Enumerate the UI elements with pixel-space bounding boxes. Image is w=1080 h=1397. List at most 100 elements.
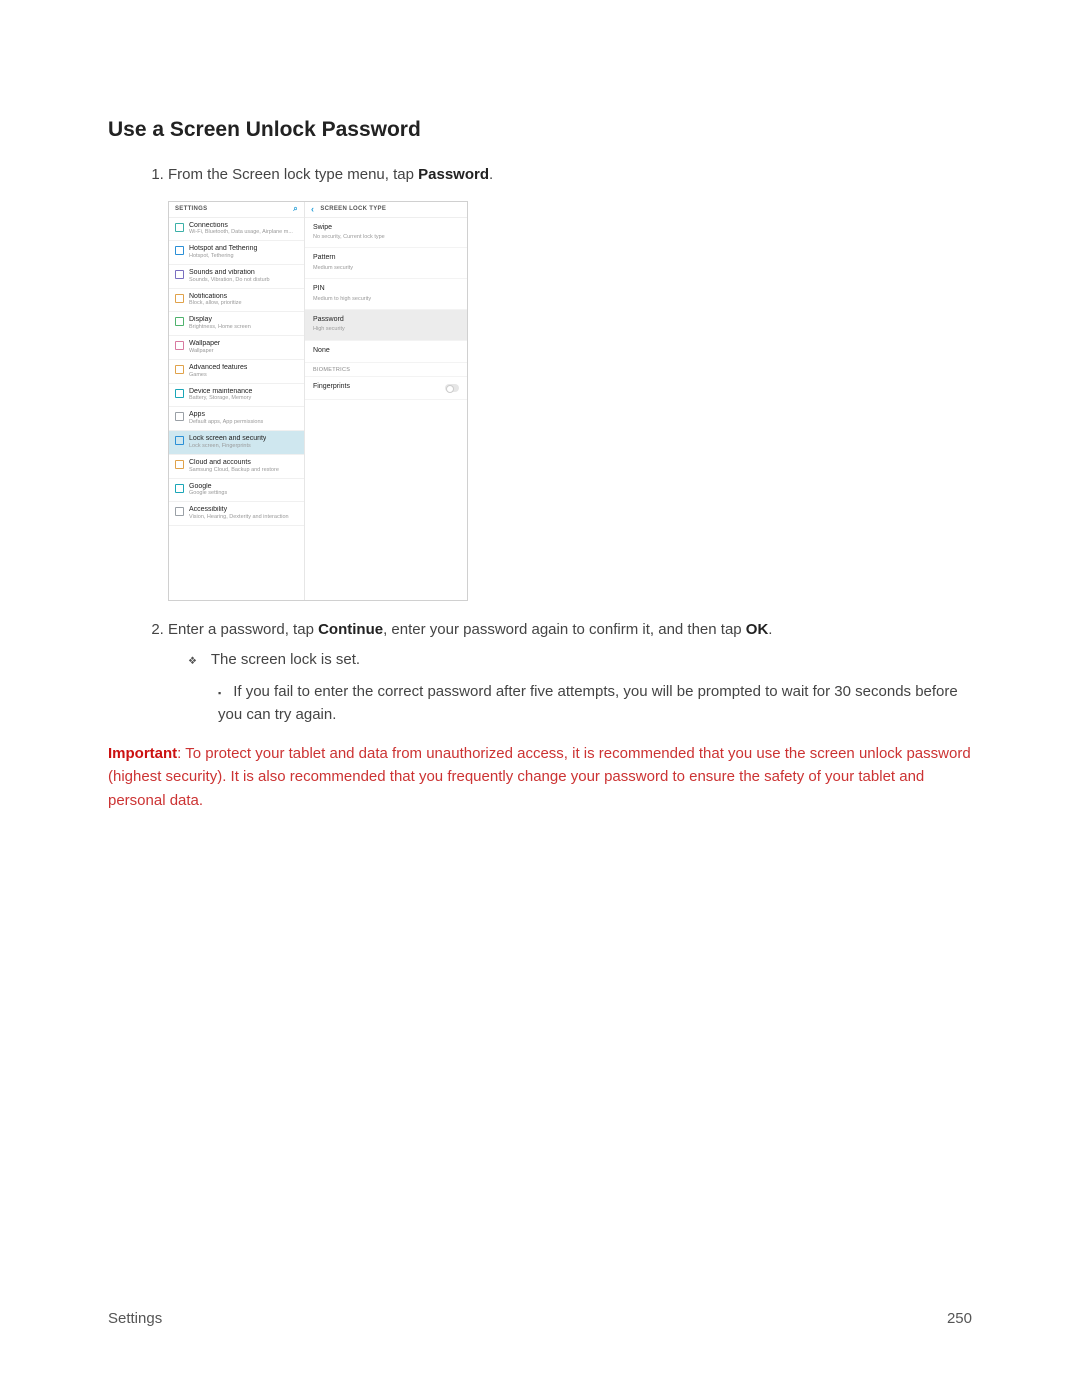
lock-option-fingerprints[interactable]: Fingerprints (305, 377, 467, 400)
step-2-d: . (768, 621, 772, 638)
item-title: Notifications (189, 293, 242, 301)
item-sub: Vision, Hearing, Dexterity and interacti… (189, 514, 289, 520)
item-title: Device maintenance (189, 388, 252, 396)
sidebar-item-google[interactable]: GoogleGoogle settings (169, 479, 304, 503)
important-text: : To protect your tablet and data from u… (108, 745, 971, 809)
sidebar-item-notifications[interactable]: NotificationsBlock, allow, prioritize (169, 289, 304, 313)
screenshot-container: SETTINGS ⌕ ConnectionsWi-Fi, Bluetooth, … (168, 201, 972, 601)
advanced-icon (175, 365, 184, 374)
item-sub: Samsung Cloud, Backup and restore (189, 467, 279, 473)
item-title: Google (189, 483, 227, 491)
search-icon[interactable]: ⌕ (293, 203, 298, 215)
cloud-icon (175, 460, 184, 469)
page-footer: Settings 250 (108, 1310, 972, 1327)
opt-sub: High security (313, 325, 459, 333)
biometrics-category: BIOMETRICS (305, 363, 467, 377)
opt-sub: Medium to high security (313, 295, 459, 303)
item-title: Wallpaper (189, 340, 220, 348)
settings-header-label: SETTINGS (175, 205, 207, 214)
step-1-prefix: From the Screen lock type menu, tap (168, 166, 418, 183)
wallpaper-icon (175, 341, 184, 350)
google-icon (175, 484, 184, 493)
opt-title: Fingerprints (313, 382, 350, 393)
item-sub: Block, allow, prioritize (189, 300, 242, 306)
apps-icon (175, 412, 184, 421)
sidebar-item-connections[interactable]: ConnectionsWi-Fi, Bluetooth, Data usage,… (169, 218, 304, 242)
sidebar-item-advanced[interactable]: Advanced featuresGames (169, 360, 304, 384)
subsubstep-list: If you fail to enter the correct passwor… (188, 680, 972, 727)
opt-title: None (313, 346, 459, 357)
item-sub: Lock screen, Fingerprints (189, 443, 266, 449)
step-2-ok: OK (746, 621, 769, 638)
step-1-suffix: . (489, 166, 493, 183)
connections-icon (175, 223, 184, 232)
item-sub: Hotspot, Tethering (189, 253, 257, 259)
step-2-a: Enter a password, tap (168, 621, 318, 638)
footer-section: Settings (108, 1310, 162, 1327)
cat-label: BIOMETRICS (313, 366, 459, 374)
lock-option-pattern[interactable]: PatternMedium security (305, 248, 467, 279)
opt-title: Password (313, 315, 459, 326)
document-page: Use a Screen Unlock Password From the Sc… (0, 0, 1080, 1397)
important-note: Important: To protect your tablet and da… (108, 742, 972, 812)
display-icon (175, 317, 184, 326)
sidebar-item-hotspot[interactable]: Hotspot and TetheringHotspot, Tethering (169, 241, 304, 265)
lock-icon (175, 436, 184, 445)
notifications-icon (175, 294, 184, 303)
item-sub: Default apps, App permissions (189, 419, 263, 425)
screen-lock-type-pane: ‹ SCREEN LOCK TYPE SwipeNo security, Cur… (305, 202, 467, 600)
opt-title: Pattern (313, 253, 459, 264)
item-title: Connections (189, 222, 293, 230)
settings-screenshot: SETTINGS ⌕ ConnectionsWi-Fi, Bluetooth, … (168, 201, 468, 601)
footer-page-number: 250 (947, 1310, 972, 1327)
back-icon[interactable]: ‹ (311, 205, 314, 214)
section-heading: Use a Screen Unlock Password (108, 118, 972, 142)
opt-sub: No security, Current lock type (313, 233, 459, 241)
substep-list: The screen lock is set. If you fail to e… (168, 649, 972, 726)
accessibility-icon (175, 507, 184, 516)
item-title: Sounds and vibration (189, 269, 270, 277)
item-title: Accessibility (189, 506, 289, 514)
item-sub: Games (189, 372, 247, 378)
item-sub: Battery, Storage, Memory (189, 395, 252, 401)
sidebar-item-cloud[interactable]: Cloud and accountsSamsung Cloud, Backup … (169, 455, 304, 479)
sidebar-item-display[interactable]: DisplayBrightness, Home screen (169, 312, 304, 336)
sounds-icon (175, 270, 184, 279)
item-title: Advanced features (189, 364, 247, 372)
item-title: Lock screen and security (189, 435, 266, 443)
step-1: From the Screen lock type menu, tap Pass… (168, 164, 972, 601)
settings-sidebar: SETTINGS ⌕ ConnectionsWi-Fi, Bluetooth, … (169, 202, 305, 600)
step-1-bold: Password (418, 166, 489, 183)
opt-sub: Medium security (313, 264, 459, 272)
sidebar-item-accessibility[interactable]: AccessibilityVision, Hearing, Dexterity … (169, 502, 304, 526)
item-title: Hotspot and Tethering (189, 245, 257, 253)
lock-option-none[interactable]: None (305, 341, 467, 364)
substep-1-text: The screen lock is set. (211, 651, 360, 668)
sidebar-item-sounds[interactable]: Sounds and vibrationSounds, Vibration, D… (169, 265, 304, 289)
sidebar-item-device-maintenance[interactable]: Device maintenanceBattery, Storage, Memo… (169, 384, 304, 408)
step-2-continue: Continue (318, 621, 383, 638)
item-sub: Wi-Fi, Bluetooth, Data usage, Airplane m… (189, 229, 293, 235)
sidebar-item-lockscreen[interactable]: Lock screen and securityLock screen, Fin… (169, 431, 304, 455)
item-sub: Wallpaper (189, 348, 220, 354)
substep-1: The screen lock is set. If you fail to e… (188, 649, 972, 726)
step-2-c: , enter your password again to confirm i… (383, 621, 746, 638)
subsubstep-1: If you fail to enter the correct passwor… (218, 680, 972, 727)
settings-header: SETTINGS ⌕ (169, 202, 304, 218)
opt-title: Swipe (313, 223, 459, 234)
lock-option-swipe[interactable]: SwipeNo security, Current lock type (305, 218, 467, 249)
sidebar-item-wallpaper[interactable]: WallpaperWallpaper (169, 336, 304, 360)
lock-option-password[interactable]: PasswordHigh security (305, 310, 467, 341)
subsubstep-1-text: If you fail to enter the correct passwor… (218, 683, 958, 723)
lock-type-header-label: SCREEN LOCK TYPE (320, 205, 386, 214)
lock-option-pin[interactable]: PINMedium to high security (305, 279, 467, 310)
lock-type-header: ‹ SCREEN LOCK TYPE (305, 202, 467, 218)
sidebar-item-apps[interactable]: AppsDefault apps, App permissions (169, 407, 304, 431)
item-sub: Google settings (189, 490, 227, 496)
item-title: Apps (189, 411, 263, 419)
step-2: Enter a password, tap Continue, enter yo… (168, 619, 972, 727)
maintenance-icon (175, 389, 184, 398)
item-sub: Sounds, Vibration, Do not disturb (189, 277, 270, 283)
important-label: Important (108, 745, 177, 762)
fingerprints-toggle[interactable] (445, 384, 459, 392)
